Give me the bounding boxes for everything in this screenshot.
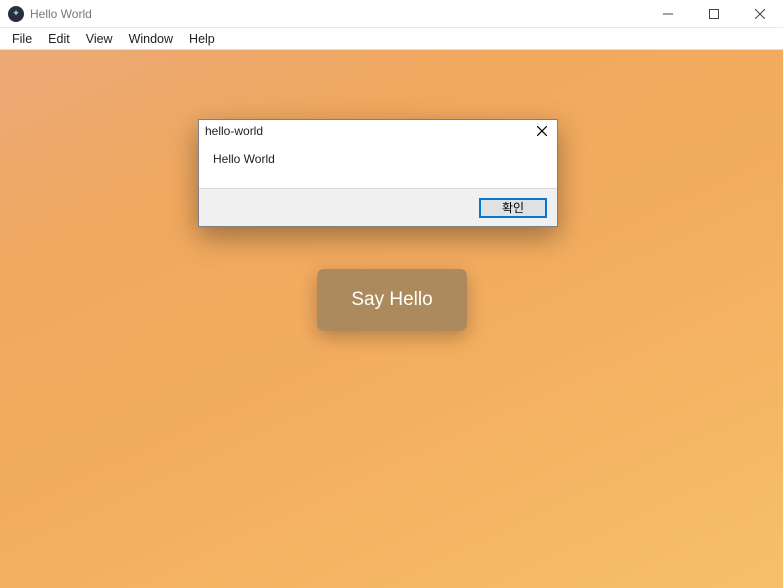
window-title: Hello World — [30, 7, 92, 21]
dialog-title: hello-world — [205, 124, 531, 138]
say-hello-button[interactable]: Say Hello — [317, 269, 467, 331]
dialog-body: Hello World — [199, 142, 557, 188]
menu-edit[interactable]: Edit — [40, 30, 78, 48]
maximize-button[interactable] — [691, 0, 737, 28]
content-area: Say Hello hello-world Hello World 확인 — [0, 50, 783, 588]
menu-file[interactable]: File — [4, 30, 40, 48]
dialog-ok-button[interactable]: 확인 — [479, 198, 547, 218]
titlebar: ✦ Hello World — [0, 0, 783, 28]
say-hello-label: Say Hello — [351, 289, 432, 311]
menu-help[interactable]: Help — [181, 30, 223, 48]
dialog-close-button[interactable] — [531, 122, 553, 140]
alert-dialog: hello-world Hello World 확인 — [198, 119, 558, 227]
minimize-icon — [663, 9, 673, 19]
close-button[interactable] — [737, 0, 783, 28]
dialog-footer: 확인 — [199, 188, 557, 226]
dialog-header[interactable]: hello-world — [199, 120, 557, 142]
menu-window[interactable]: Window — [121, 30, 181, 48]
minimize-button[interactable] — [645, 0, 691, 28]
dialog-ok-label: 확인 — [502, 199, 524, 216]
menubar: File Edit View Window Help — [0, 28, 783, 50]
app-icon: ✦ — [8, 6, 24, 22]
close-icon — [537, 126, 547, 136]
dialog-message: Hello World — [213, 152, 275, 166]
maximize-icon — [709, 9, 719, 19]
close-icon — [755, 9, 765, 19]
menu-view[interactable]: View — [78, 30, 121, 48]
window-controls — [645, 0, 783, 27]
